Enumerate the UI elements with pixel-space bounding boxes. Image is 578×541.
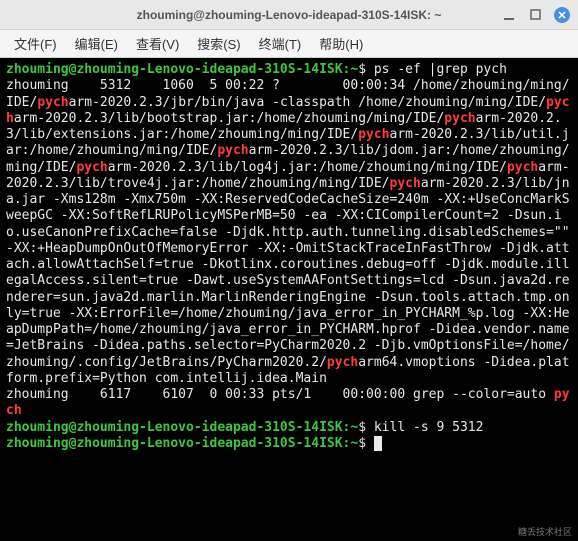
- match-highlight: pych: [37, 95, 68, 110]
- menu-edit[interactable]: 编辑(E): [67, 30, 126, 57]
- close-button[interactable]: [554, 7, 570, 23]
- match-highlight: pych: [390, 176, 421, 191]
- terminal-cursor: [374, 436, 382, 451]
- command-text: ps -ef |grep pych: [374, 62, 507, 77]
- prompt-suffix: $: [358, 436, 366, 451]
- prompt-suffix: $: [358, 420, 366, 435]
- window-titlebar: zhouming@zhouming-Lenovo-ideapad-310S-14…: [0, 0, 578, 30]
- menu-terminal[interactable]: 终端(T): [251, 30, 310, 57]
- prompt: zhouming@zhouming-Lenovo-ideapad-310S-14…: [6, 420, 358, 435]
- minimize-button[interactable]: [502, 8, 516, 22]
- match-highlight: pych: [76, 160, 107, 175]
- maximize-button[interactable]: [528, 8, 542, 22]
- menu-search[interactable]: 搜索(S): [189, 30, 248, 57]
- menu-file[interactable]: 文件(F): [6, 30, 65, 57]
- match-highlight: pych: [444, 111, 475, 126]
- menubar: 文件(F) 编辑(E) 查看(V) 搜索(S) 终端(T) 帮助(H): [0, 30, 578, 58]
- ps-row-1: zhouming 5312 1060 5 00:22 ? 00:00:34 /h…: [6, 78, 577, 386]
- terminal-area[interactable]: zhouming@zhouming-Lenovo-ideapad-310S-14…: [0, 58, 578, 541]
- menu-view[interactable]: 查看(V): [128, 30, 187, 57]
- prompt: zhouming@zhouming-Lenovo-ideapad-310S-14…: [6, 62, 358, 77]
- prompt-suffix: $: [358, 62, 366, 77]
- menu-help[interactable]: 帮助(H): [311, 30, 371, 57]
- command-text: kill -s 9 5312: [374, 420, 484, 435]
- match-highlight: pych: [358, 127, 389, 142]
- window-title: zhouming@zhouming-Lenovo-ideapad-310S-14…: [8, 8, 570, 22]
- ps-row-2: zhouming 6117 6107 0 00:33 pts/1 00:00:0…: [6, 387, 570, 418]
- match-highlight: pych: [217, 143, 248, 158]
- watermark: 糖丢技术社区: [518, 528, 572, 539]
- prompt: zhouming@zhouming-Lenovo-ideapad-310S-14…: [6, 436, 358, 451]
- window-controls: [502, 7, 570, 23]
- match-highlight: pych: [327, 355, 358, 370]
- match-highlight: pych: [507, 160, 538, 175]
